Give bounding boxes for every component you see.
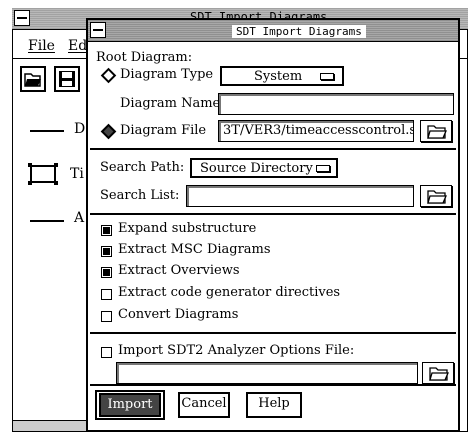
expand-substructure-checkbox[interactable] xyxy=(101,225,112,236)
dialog-menu-icon[interactable] xyxy=(90,22,106,38)
extract-codegen-checkbox[interactable] xyxy=(101,289,112,300)
palette-line-icon[interactable] xyxy=(30,130,64,132)
search-list-field[interactable] xyxy=(186,185,414,207)
main-horizontal-scrollbar[interactable] xyxy=(13,420,93,431)
palette-box-icon[interactable] xyxy=(28,163,58,185)
diagram-type-label: Diagram Type xyxy=(120,67,214,82)
palette-label-ti: Ti xyxy=(70,166,84,182)
open-folder-icon xyxy=(24,73,41,87)
option-menu-indicator-icon xyxy=(320,73,334,80)
separator xyxy=(90,148,456,150)
import-options-file-field[interactable] xyxy=(116,362,418,384)
save-button[interactable] xyxy=(54,66,80,92)
diagram-type-value: System xyxy=(254,69,303,84)
extract-overviews-label: Extract Overviews xyxy=(118,263,240,278)
extract-codegen-label: Extract code generator directives xyxy=(118,285,341,300)
palette-arrow-icon[interactable] xyxy=(30,220,64,222)
diagram-file-browse-button[interactable] xyxy=(420,120,452,142)
extract-msc-label: Extract MSC Diagrams xyxy=(118,242,271,257)
import-button[interactable]: Import xyxy=(99,393,161,417)
search-path-value: Source Directory xyxy=(200,161,313,176)
search-list-browse-button[interactable] xyxy=(420,185,452,207)
palette-label-d: D xyxy=(74,121,86,137)
import-options-file-checkbox[interactable] xyxy=(101,347,112,358)
convert-diagrams-checkbox[interactable] xyxy=(101,311,112,322)
extract-overviews-checkbox[interactable] xyxy=(101,267,112,278)
help-button[interactable]: Help xyxy=(246,392,302,418)
folder-icon xyxy=(427,190,447,204)
search-path-select[interactable]: Source Directory xyxy=(190,158,338,178)
separator xyxy=(90,213,456,215)
diagram-file-label: Diagram File xyxy=(120,123,207,138)
palette-label-a: A xyxy=(74,210,85,226)
convert-diagrams-label: Convert Diagrams xyxy=(118,307,239,322)
diagram-type-select[interactable]: System xyxy=(220,66,344,86)
cancel-button[interactable]: Cancel xyxy=(178,392,230,418)
diagram-name-field[interactable] xyxy=(218,93,454,115)
separator xyxy=(90,332,456,334)
menu-file[interactable]: File xyxy=(28,38,55,54)
main-window-menu-icon[interactable] xyxy=(14,10,30,26)
options-file-browse-button[interactable] xyxy=(422,362,454,384)
extract-msc-checkbox[interactable] xyxy=(101,246,112,257)
dialog-title: SDT Import Diagrams xyxy=(232,25,366,38)
search-path-label: Search Path: xyxy=(100,160,185,175)
menu-edit[interactable]: Ed xyxy=(68,38,87,54)
separator xyxy=(90,384,456,386)
option-menu-indicator-icon xyxy=(316,165,330,172)
diagram-name-label: Diagram Name xyxy=(120,96,221,111)
expand-substructure-label: Expand substructure xyxy=(118,221,257,236)
diagram-file-field[interactable]: 3T/VER3/timeaccesscontrol.ssy xyxy=(218,120,414,142)
import-options-file-label: Import SDT2 Analyzer Options File: xyxy=(118,343,355,358)
save-icon xyxy=(59,71,75,87)
open-button[interactable] xyxy=(20,66,46,92)
folder-icon xyxy=(427,125,447,139)
root-diagram-label: Root Diagram: xyxy=(96,50,193,65)
search-list-label: Search List: xyxy=(100,188,180,203)
folder-icon xyxy=(429,367,449,381)
